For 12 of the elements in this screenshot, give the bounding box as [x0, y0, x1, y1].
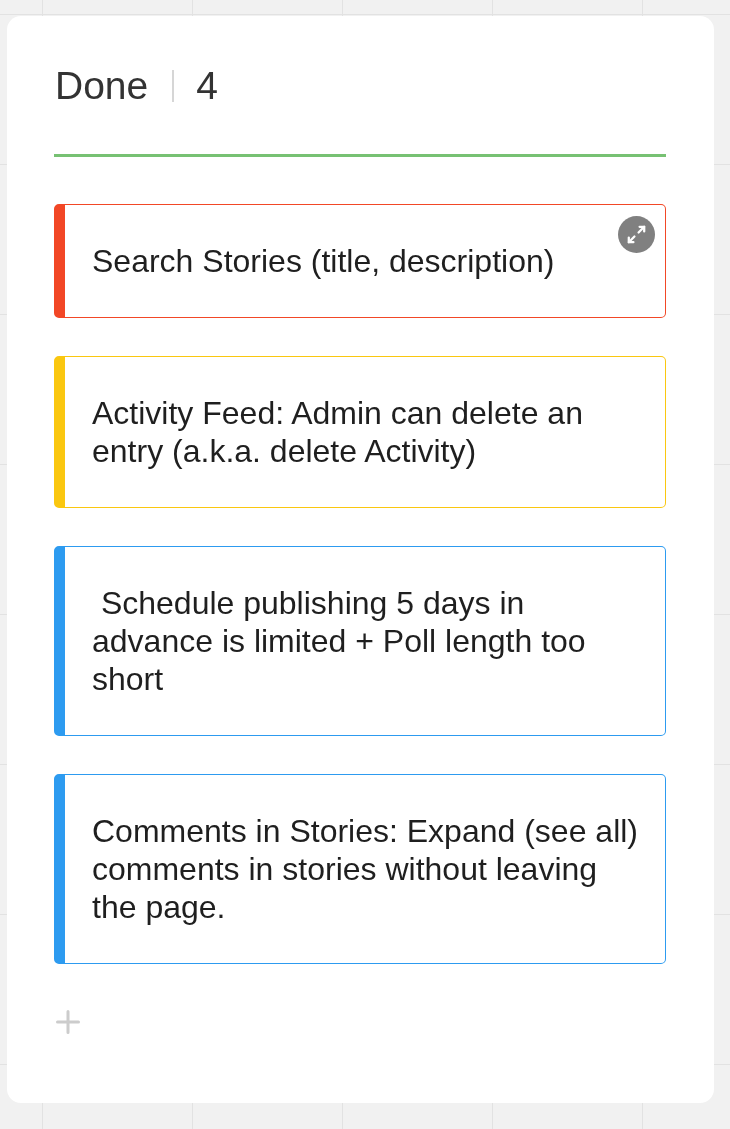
task-card[interactable]: Comments in Stories: Expand (see all) comments in stories without leaving the page. — [54, 774, 666, 964]
card-text: Activity Feed: Admin can delete an entry (a.k.a. delete Activity) — [92, 394, 584, 470]
task-card[interactable]: Schedule publishing 5 days in advance is limited + Poll length too short — [54, 546, 666, 736]
expand-icon[interactable] — [618, 216, 655, 253]
task-card[interactable]: Search Stories (title, description) — [54, 204, 666, 318]
card-text: Comments in Stories: Expand (see all) comments in stories without leaving the page. — [92, 812, 639, 926]
plus-icon — [56, 1010, 80, 1034]
card-count: 4 — [196, 62, 218, 109]
card-text: Schedule publishing 5 days in advance is limited + Poll length too short — [92, 584, 587, 698]
column-title: Done — [55, 62, 149, 109]
task-card[interactable]: Activity Feed: Admin can delete an entry (a.k.a. delete Activity) — [54, 356, 666, 508]
card-text: Search Stories (title, description) — [92, 242, 556, 280]
